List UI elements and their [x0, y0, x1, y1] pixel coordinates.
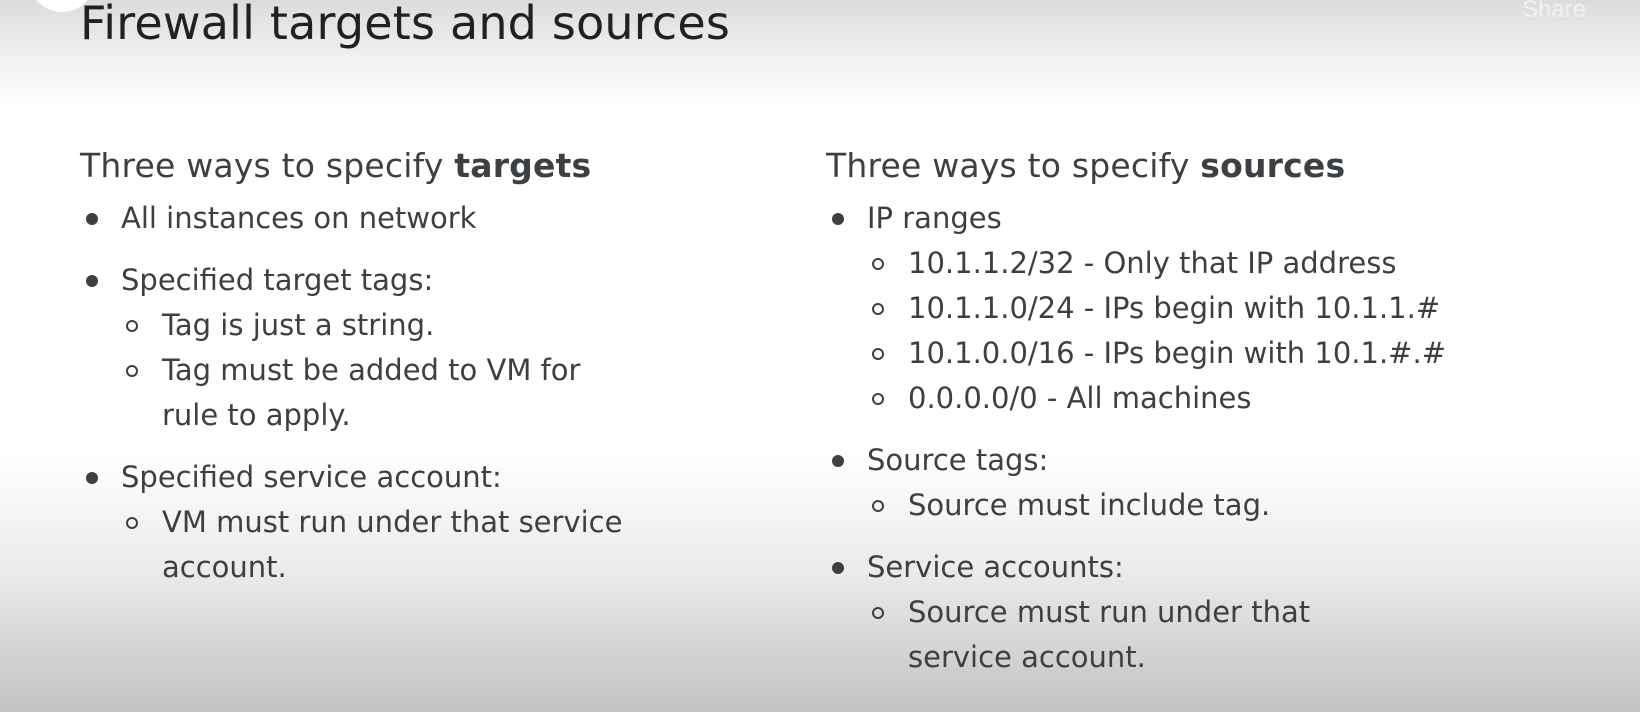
targets-column: Three ways to specify targets All instan…	[80, 142, 720, 607]
sub-list-item: Tag must be added to VM for rule to appl…	[121, 348, 642, 438]
list-item-label: Specified service account:	[121, 460, 502, 494]
targets-heading: Three ways to specify targets	[80, 142, 720, 190]
list-item-label: Specified target tags:	[121, 263, 434, 297]
sub-list-item: 10.1.1.2/32 - Only that IP address	[867, 241, 1546, 286]
list-item-label: All instances on network	[121, 201, 477, 235]
list-item: All instances on network	[80, 196, 720, 241]
sub-list-item: Source must include tag.	[867, 483, 1546, 528]
sub-list-item: 10.1.0.0/16 - IPs begin with 10.1.#.#	[867, 331, 1546, 376]
sub-list-item: 0.0.0.0/0 - All machines	[867, 376, 1546, 421]
sub-list: 10.1.1.2/32 - Only that IP address 10.1.…	[867, 241, 1546, 421]
list-item-label: IP ranges	[867, 201, 1002, 235]
list-item: Specified service account: VM must run u…	[80, 455, 720, 590]
list-item: IP ranges 10.1.1.2/32 - Only that IP add…	[826, 196, 1546, 421]
sub-list-item-text: Source must run under that service accou…	[908, 595, 1311, 674]
sub-list-item: Source must run under that service accou…	[867, 590, 1348, 680]
sub-list: Source must run under that service accou…	[867, 590, 1546, 680]
sources-heading-prefix: Three ways to specify	[826, 146, 1201, 185]
list-item: Specified target tags: Tag is just a str…	[80, 258, 720, 438]
share-button[interactable]: Share	[1522, 0, 1586, 24]
sub-list-item-text: Tag must be added to VM for rule to appl…	[162, 353, 581, 432]
sources-heading-emphasis: sources	[1200, 146, 1346, 185]
sources-column: Three ways to specify sources IP ranges …	[826, 142, 1546, 697]
sub-list: Source must include tag.	[867, 483, 1546, 528]
targets-heading-prefix: Three ways to specify	[80, 146, 455, 185]
sub-list-item-text: VM must run under that service account.	[162, 505, 623, 584]
list-item: Source tags: Source must include tag.	[826, 438, 1546, 528]
list-item-label: Service accounts:	[867, 550, 1124, 584]
targets-heading-emphasis: targets	[454, 146, 592, 185]
sub-list-item: VM must run under that service account.	[121, 500, 642, 590]
slide-title: Firewall targets and sources	[80, 0, 731, 50]
sub-list-item: 10.1.1.0/24 - IPs begin with 10.1.1.#	[867, 286, 1546, 331]
list-item-label: Source tags:	[867, 443, 1049, 477]
targets-list: All instances on network Specified targe…	[80, 196, 720, 590]
sub-list: Tag is just a string. Tag must be added …	[121, 303, 720, 438]
sub-list-item: Tag is just a string.	[121, 303, 720, 348]
sources-list: IP ranges 10.1.1.2/32 - Only that IP add…	[826, 196, 1546, 680]
sources-heading: Three ways to specify sources	[826, 142, 1546, 190]
sub-list: VM must run under that service account.	[121, 500, 720, 590]
list-item: Service accounts: Source must run under …	[826, 545, 1546, 680]
